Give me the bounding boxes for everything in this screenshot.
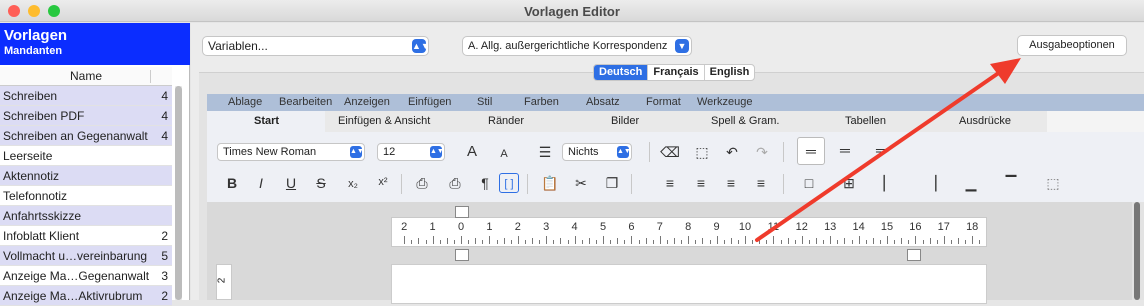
arrow-head	[990, 58, 1021, 84]
arrow-shaft	[755, 70, 1002, 242]
annotation-arrow	[755, 58, 1021, 242]
